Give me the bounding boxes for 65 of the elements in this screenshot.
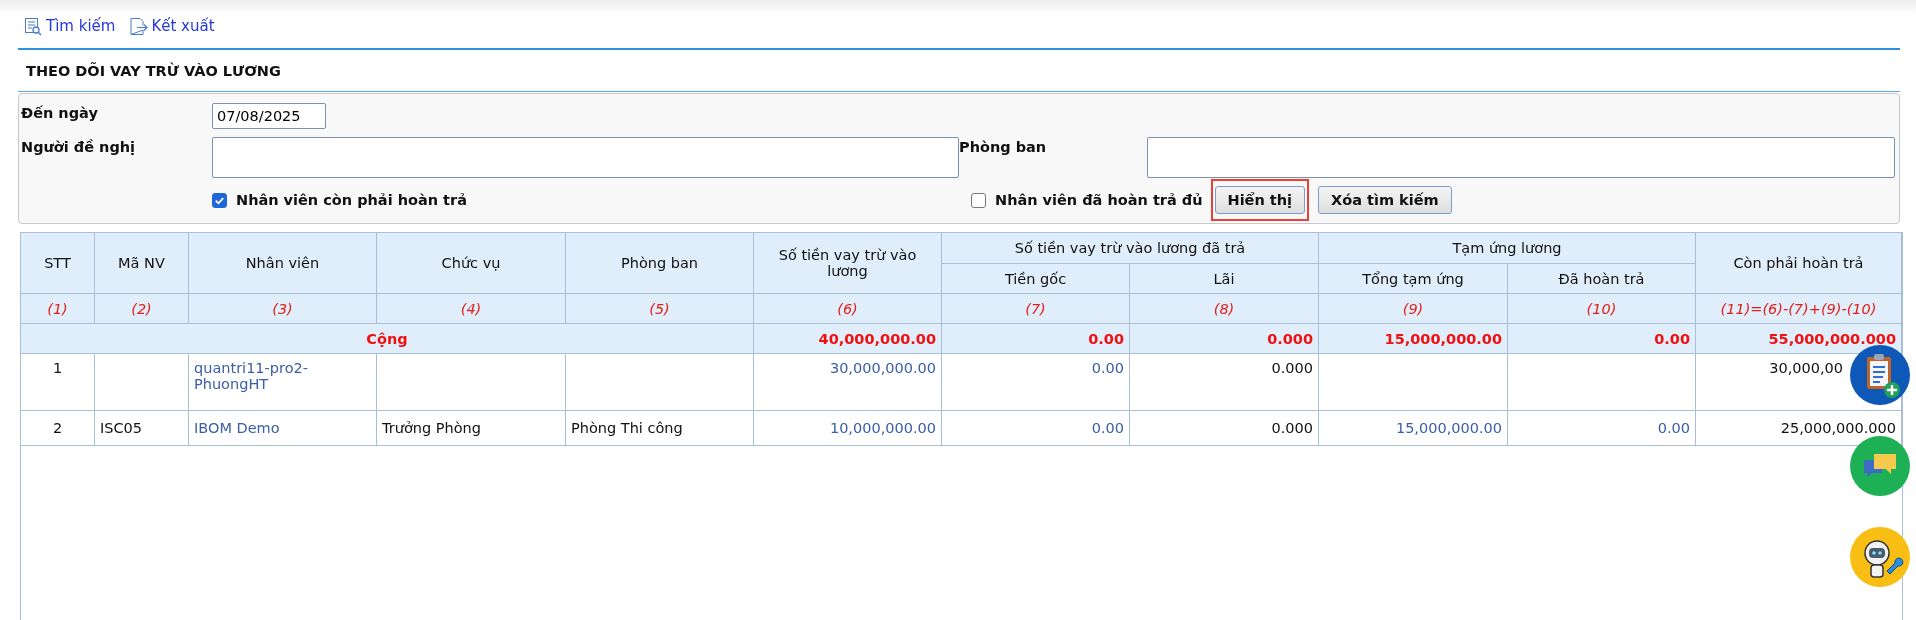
column-index: (5) <box>565 293 754 324</box>
export-icon <box>129 16 149 36</box>
column-index: (1) <box>20 293 95 324</box>
table-link[interactable]: IBOM Demo <box>188 410 377 446</box>
table-cell: 2 <box>20 410 95 446</box>
input-field[interactable] <box>212 137 959 178</box>
table-cell: 0.000 <box>1129 410 1319 446</box>
column-index: (7) <box>941 293 1130 324</box>
column-index: (3) <box>188 293 377 324</box>
toolbar-link[interactable]: Kết xuất <box>129 14 215 38</box>
column-index: (2) <box>94 293 189 324</box>
column-header: Đã hoàn trả <box>1507 263 1696 294</box>
column-header: Lãi <box>1129 263 1319 294</box>
total-cell: 0.000 <box>1129 323 1319 354</box>
total-label: Cộng <box>20 323 754 354</box>
column-index: (9) <box>1318 293 1508 324</box>
page-title: THEO DÕI VAY TRỪ VÀO LƯƠNG <box>26 62 281 79</box>
column-header: Nhân viên <box>188 232 377 294</box>
table-link[interactable]: 10,000,000.00 <box>753 410 942 446</box>
checkbox-label: Nhân viên còn phải hoàn trả <box>236 192 467 208</box>
column-header: Còn phải hoàn trả <box>1695 232 1902 294</box>
checkbox[interactable] <box>971 192 986 208</box>
table-cell: 1 <box>20 353 95 411</box>
column-header: Phòng ban <box>565 232 754 294</box>
input-field[interactable] <box>1147 137 1895 178</box>
column-index: (6) <box>753 293 942 324</box>
column-index: (11)=(6)-(7)+(9)-(10) <box>1695 293 1902 324</box>
table-cell: Trưởng Phòng <box>376 410 566 446</box>
column-index: (4) <box>376 293 566 324</box>
table-link[interactable]: 30,000,000.00 <box>753 353 942 411</box>
column-header: Số tiền vay trừ vào lương <box>753 232 942 294</box>
total-cell: 0.00 <box>1507 323 1696 354</box>
checkbox-label: Nhân viên đã hoàn trả đủ <box>995 192 1203 208</box>
column-header: Mã NV <box>94 232 189 294</box>
column-header: Số tiền vay trừ vào lương đã trả <box>941 232 1319 264</box>
checkbox[interactable] <box>212 192 227 208</box>
table-link[interactable]: 0.00 <box>1507 410 1696 446</box>
column-index: (10) <box>1507 293 1696 324</box>
table-link[interactable]: quantri11-pro2-PhuongHT <box>188 353 377 411</box>
field-label: Đến ngày <box>21 104 98 123</box>
column-index: (8) <box>1129 293 1319 324</box>
clipboard-add-icon[interactable] <box>1850 345 1910 405</box>
toolbar-link[interactable]: Tìm kiếm <box>24 14 116 38</box>
search-icon <box>24 16 43 36</box>
field-label: Người đề nghị <box>21 138 136 157</box>
button[interactable]: Xóa tìm kiếm <box>1318 186 1452 214</box>
table-cell: Phòng Thi công <box>565 410 754 446</box>
column-header: Chức vụ <box>376 232 566 294</box>
column-header: Tổng tạm ứng <box>1318 263 1508 294</box>
table-cell: ISC05 <box>94 410 189 446</box>
robot-icon[interactable] <box>1850 527 1910 587</box>
chat-icon[interactable] <box>1850 436 1910 496</box>
date-field[interactable]: 07/08/2025 <box>212 103 326 129</box>
column-header: Tiền gốc <box>941 263 1130 294</box>
column-header: Tạm ứng lương <box>1318 232 1696 264</box>
table-link[interactable]: 15,000,000.00 <box>1318 410 1508 446</box>
field-label: Phòng ban <box>959 138 1047 157</box>
table-link[interactable]: 0.00 <box>941 353 1130 411</box>
table-link[interactable]: 0.00 <box>941 410 1130 446</box>
column-header: STT <box>20 232 95 294</box>
table-cell: 0.000 <box>1129 353 1319 411</box>
button[interactable]: Hiển thị <box>1214 186 1306 214</box>
total-cell: 40,000,000.00 <box>753 323 942 354</box>
total-cell: 0.00 <box>941 323 1130 354</box>
total-cell: 15,000,000.00 <box>1318 323 1508 354</box>
